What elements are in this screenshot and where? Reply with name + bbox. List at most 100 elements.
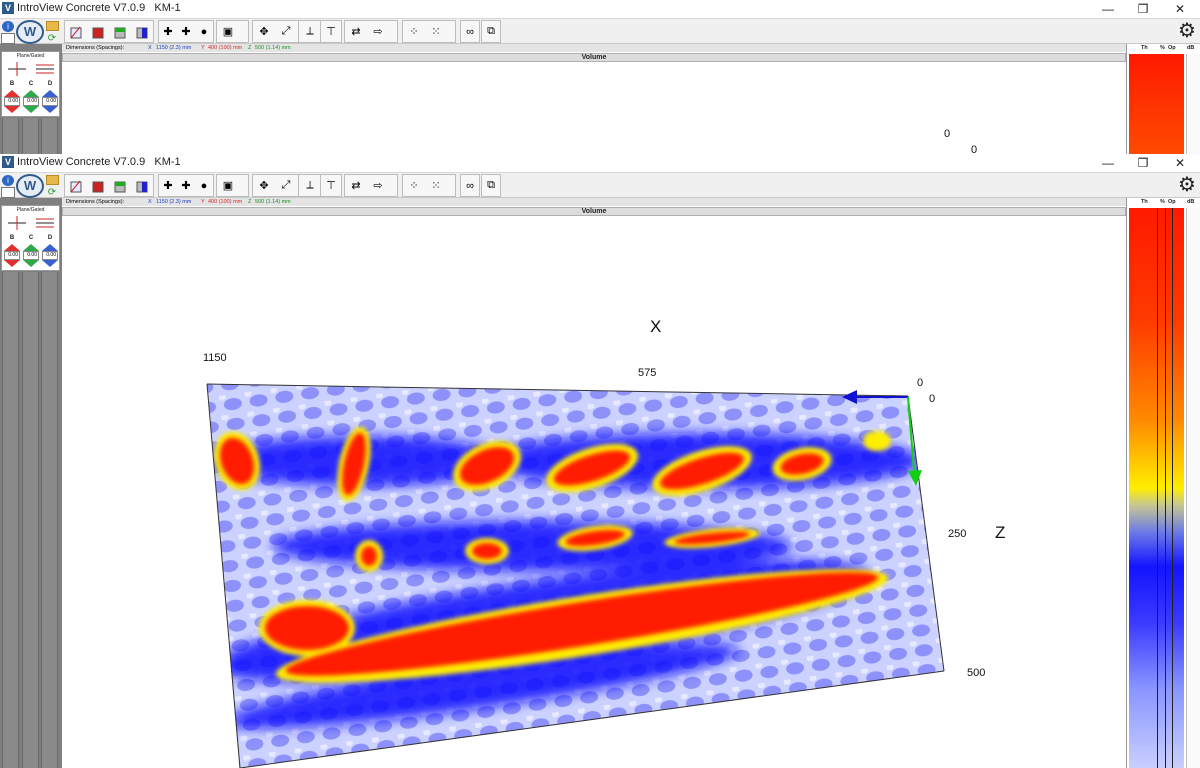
window-icon[interactable] [1,187,15,198]
slider-d-value[interactable]: 0.00 [42,251,58,260]
slider-b-value[interactable]: 0.00 [4,251,20,260]
slider-d[interactable]: 0.00 [41,89,59,115]
caliper-icon[interactable]: ⟂ [300,21,320,42]
dim-x-label: X [148,199,152,205]
plane-cross-icon[interactable] [6,60,28,78]
info-icon[interactable]: i [2,21,14,32]
axis-icon[interactable]: ⊤ [322,21,340,42]
plane-cross-icon[interactable] [6,214,28,232]
slider-c-value[interactable]: 0.00 [23,97,39,106]
cube-axes-icon[interactable] [66,21,86,42]
cube-red-icon[interactable] [88,21,108,42]
refresh-icon[interactable]: ⟳ [46,33,58,44]
slider-track-b[interactable] [2,118,19,154]
cube-green-icon[interactable] [110,21,130,42]
add-marker-icon[interactable]: ✚ [160,175,176,196]
axis-icon[interactable]: ⊤ [322,175,340,196]
volume-view-header: Volume [62,53,1126,62]
arrow-icon[interactable]: ⇨ [368,21,388,42]
cube-red-icon[interactable] [88,175,108,196]
edit-marker-icon[interactable]: ✚ [178,21,194,42]
measure-tools: ⟂ [298,174,322,197]
volume-viewport[interactable]: X Z 1150 575 0 0 250 500 [62,216,1126,768]
link-icon[interactable]: ∞ [462,175,478,196]
slider-b[interactable]: 0.00 [3,89,21,115]
link-tools: ∞ [460,20,480,43]
restore-button[interactable]: ❐ [1133,155,1153,171]
volume-viewport[interactable]: 0 0 [62,62,1126,154]
close-button[interactable]: ✕ [1170,1,1190,17]
info-icon[interactable]: i [2,175,14,186]
home-logo-icon[interactable]: W [16,174,44,198]
slider-c-value[interactable]: 0.00 [23,251,39,260]
points-icon[interactable]: ⁙ [426,175,446,196]
window-icon[interactable] [1,33,15,44]
slider-b[interactable]: 0.00 [3,243,21,269]
up-arrow-icon[interactable] [41,243,59,251]
move-icon[interactable]: ⇄ [346,21,366,42]
arrow-icon[interactable]: ⇨ [368,175,388,196]
expand-icon[interactable]: ⤢ [276,175,296,196]
edit-marker-icon[interactable]: ✚ [178,175,194,196]
point-icon[interactable]: ⁘ [404,175,424,196]
rotate-icon[interactable]: ✥ [254,175,274,196]
slider-track-d[interactable] [41,272,58,768]
cube-blue-icon[interactable] [132,21,152,42]
rotate-icon[interactable]: ✥ [254,21,274,42]
add-marker-icon[interactable]: ✚ [160,21,176,42]
down-arrow-icon[interactable] [22,260,40,268]
up-arrow-icon[interactable] [3,243,21,251]
frame-icon[interactable]: ▣ [218,21,238,42]
up-arrow-icon[interactable] [22,89,40,97]
slider-track-b[interactable] [2,272,19,768]
folder-icon[interactable] [46,21,59,31]
folder-icon[interactable] [46,175,59,185]
minimize-button[interactable]: — [1098,155,1118,171]
caliper-icon[interactable]: ⟂ [300,175,320,196]
slider-b-value[interactable]: 0.00 [4,97,20,106]
volume-render[interactable] [62,216,1126,768]
up-arrow-icon[interactable] [3,89,21,97]
refresh-icon[interactable]: ⟳ [46,187,58,198]
slider-track-c[interactable] [22,272,39,768]
delete-marker-icon[interactable]: ● [196,175,212,196]
delete-marker-icon[interactable]: ● [196,21,212,42]
points-icon[interactable]: ⁙ [426,21,446,42]
slider-c[interactable]: 0.00 [22,89,40,115]
minimize-button[interactable]: — [1098,1,1118,17]
plane-gated-panel: Plane/Gated B C D 0.00 0.00 0.00 [1,51,60,117]
plane-b-label: B [9,81,15,87]
slider-track-c[interactable] [22,118,39,154]
export-icon[interactable]: ⧉ [483,21,499,42]
plane-gated-icon[interactable] [34,60,56,78]
home-logo-icon[interactable]: W [16,20,44,44]
settings-gear-icon[interactable]: ⚙ [1176,20,1198,42]
slider-track-d[interactable] [41,118,58,154]
restore-button[interactable]: ❐ [1133,1,1153,17]
close-button[interactable]: ✕ [1170,155,1190,171]
color-scale-bar[interactable] [1129,54,1184,154]
link-icon[interactable]: ∞ [462,21,478,42]
cube-axes-icon[interactable] [66,175,86,196]
down-arrow-icon[interactable] [41,106,59,114]
plane-gated-icon[interactable] [34,214,56,232]
expand-icon[interactable]: ⤢ [276,21,296,42]
move-icon[interactable]: ⇄ [346,175,366,196]
export-icon[interactable]: ⧉ [483,175,499,196]
slider-d-value[interactable]: 0.00 [42,97,58,106]
title-bar[interactable]: V IntroView Concrete V7.0.9 KM-1 — ❐ ✕ [0,154,1200,172]
down-arrow-icon[interactable] [3,106,21,114]
down-arrow-icon[interactable] [3,260,21,268]
slider-c[interactable]: 0.00 [22,243,40,269]
up-arrow-icon[interactable] [22,243,40,251]
cube-green-icon[interactable] [110,175,130,196]
frame-icon[interactable]: ▣ [218,175,238,196]
down-arrow-icon[interactable] [22,106,40,114]
up-arrow-icon[interactable] [41,89,59,97]
slider-d[interactable]: 0.00 [41,243,59,269]
down-arrow-icon[interactable] [41,260,59,268]
title-bar[interactable]: V IntroView Concrete V7.0.9 KM-1 — ❐ ✕ [0,0,1200,18]
point-icon[interactable]: ⁘ [404,21,424,42]
settings-gear-icon[interactable]: ⚙ [1176,174,1198,196]
cube-blue-icon[interactable] [132,175,152,196]
